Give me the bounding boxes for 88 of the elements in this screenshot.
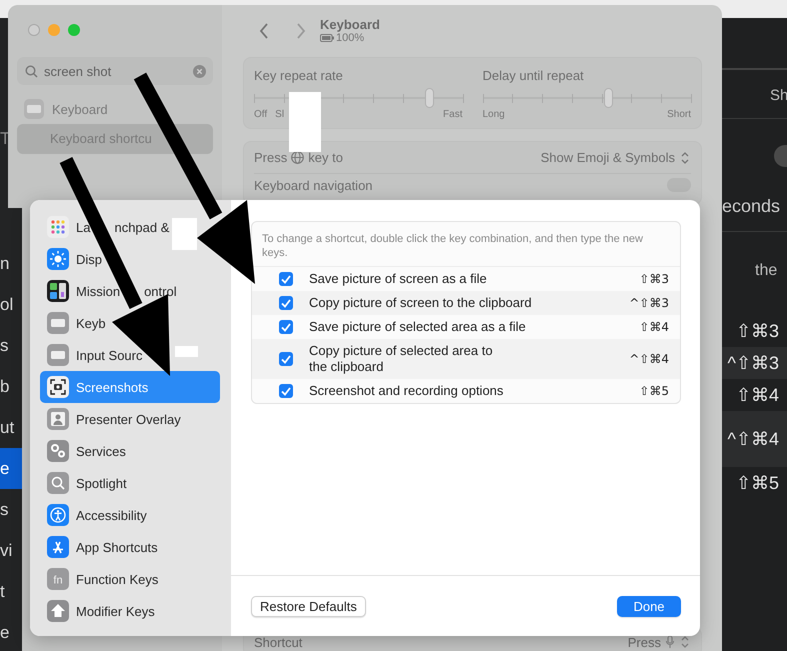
shortcut-keys[interactable]: ⇧⌘3 — [639, 272, 669, 286]
sidebar-item[interactable]: Disp — [40, 243, 220, 275]
windows-icon — [47, 280, 69, 302]
redaction-overlay — [289, 92, 321, 152]
letter-a-icon — [47, 536, 69, 558]
checkbox[interactable] — [279, 384, 293, 398]
window-text-fragment: ut — [0, 417, 16, 439]
search-icon — [47, 472, 69, 494]
shortcut-keys: ⇧⌘4 — [722, 379, 787, 411]
window-text-fragment: s — [0, 335, 10, 357]
sidebar-item[interactable]: Mission ontrol — [40, 275, 220, 307]
shortcut-label: Copy picture of screen to the clipboard — [309, 295, 532, 311]
screenshot-icon — [47, 376, 69, 398]
slider-tick-label: Long — [482, 109, 505, 120]
clear-icon[interactable] — [193, 64, 206, 78]
stepper-icon — [679, 635, 691, 649]
window-text-fragment: ol — [0, 294, 14, 316]
shortcut-keys: ⇧⌘5 — [722, 467, 787, 499]
shortcut-keys[interactable]: ^⇧⌘4 — [629, 352, 669, 366]
keyboard-icon — [24, 99, 44, 119]
accessibility-icon — [47, 504, 69, 526]
redaction-overlay — [175, 346, 198, 357]
shortcut-keys[interactable]: ⇧⌘4 — [639, 320, 669, 334]
window-text-fragment: n — [0, 253, 10, 275]
sidebar-item[interactable]: Spotlight — [40, 467, 220, 499]
back-icon[interactable] — [259, 23, 269, 39]
minimize-button[interactable] — [48, 24, 60, 36]
sidebar-item[interactable]: Services — [40, 435, 220, 467]
slider-label: Delay until repeat — [482, 68, 585, 83]
window-text-fragment: Sh — [770, 87, 787, 104]
window-text-fragment: s — [0, 499, 10, 521]
sidebar-item[interactable]: Modifier Keys — [40, 595, 220, 627]
window-text-fragment: e — [0, 622, 10, 644]
sidebar-item[interactable]: Accessibility — [40, 499, 220, 531]
app-grid-icon — [47, 216, 69, 238]
sidebar-item[interactable]: Presenter Overlay — [40, 403, 220, 435]
fn-key-icon: fn — [47, 568, 69, 590]
stepper-icon — [679, 150, 691, 164]
shortcut-keys: ⇧⌘3 — [722, 315, 787, 347]
slider-tick-label: Short — [667, 109, 691, 120]
gears-icon — [47, 440, 69, 462]
row-label: Shortcut — [254, 634, 302, 650]
done-button[interactable]: Done — [617, 596, 681, 616]
person-icon — [47, 408, 69, 430]
battery-icon — [320, 34, 334, 42]
sidebar-item[interactable]: Input Sourc — [40, 339, 220, 371]
close-button[interactable] — [28, 24, 40, 36]
slider-label: Key repeat rate — [254, 68, 344, 83]
shortcut-label: Save picture of selected area as a file — [309, 319, 526, 335]
shortcut-label: Save picture of screen as a file — [309, 271, 487, 287]
slider-tick-label: Sl — [275, 109, 284, 120]
battery-level: 100% — [336, 32, 364, 44]
shortcut-label: Screenshot and recording options — [309, 383, 504, 399]
checkbox[interactable] — [279, 296, 293, 310]
sidebar-item[interactable]: Keyb — [40, 307, 220, 339]
window-text-fragment: econds — [722, 196, 782, 217]
slider-tick-label: Off — [254, 109, 268, 120]
microphone-icon — [665, 635, 675, 649]
shortcut-label: Copy picture of selected area to the clipboard — [309, 343, 493, 375]
checkbox[interactable] — [279, 320, 293, 334]
slider-tick-label: Fast — [443, 109, 462, 120]
restore-button[interactable]: Restore Defaults — [251, 596, 366, 616]
checkbox[interactable] — [279, 272, 293, 286]
checkbox[interactable] — [279, 352, 293, 366]
shortcut-keys: ^⇧⌘4 — [722, 411, 787, 467]
window-text-fragment: the — [755, 262, 778, 280]
shortcut-keys[interactable]: ⇧⌘5 — [639, 384, 669, 398]
keyboard-icon — [47, 344, 69, 366]
sidebar-item[interactable]: fn Function Keys — [40, 563, 220, 595]
keyboard-icon — [47, 312, 69, 334]
window-title: Keyboard — [320, 16, 380, 32]
row-label: Press — [254, 150, 288, 165]
zoom-button[interactable] — [68, 24, 80, 36]
shortcut-keys[interactable]: ^⇧⌘3 — [629, 296, 669, 310]
window-text-fragment: b — [0, 376, 10, 398]
sidebar-item[interactable]: App Shortcuts — [40, 531, 220, 563]
window-text-fragment: vi — [0, 540, 14, 562]
shortcut-keys: ^⇧⌘3 — [722, 347, 787, 379]
row-label: key to — [308, 150, 343, 165]
window-text-fragment: t — [0, 581, 6, 603]
window-text-fragment: e — [0, 448, 22, 489]
sun-icon — [47, 248, 69, 270]
row-label: Keyboard navigation — [254, 178, 373, 193]
hint-text: To change a shortcut, double click the key combination, and then type the new keys. — [252, 222, 680, 267]
forward-icon[interactable] — [296, 23, 306, 39]
globe-icon — [291, 151, 304, 164]
search-icon — [25, 64, 38, 78]
redaction-overlay — [172, 218, 197, 250]
